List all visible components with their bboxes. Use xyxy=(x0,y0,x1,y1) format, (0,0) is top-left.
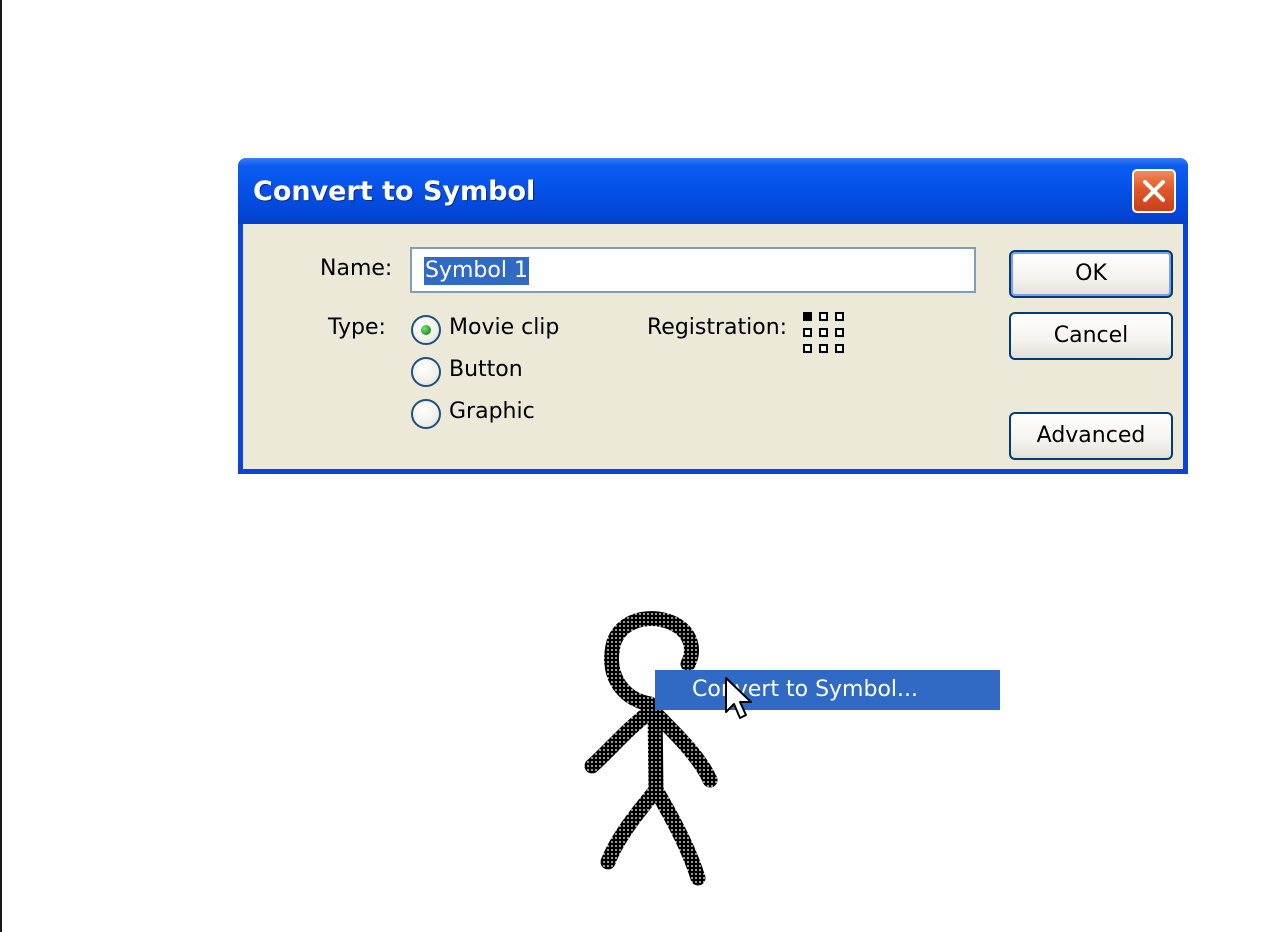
registration-cell-middle-left[interactable] xyxy=(803,328,812,337)
registration-cell-bottom-center[interactable] xyxy=(819,344,828,353)
registration-grid-icon[interactable] xyxy=(803,312,851,360)
advanced-button[interactable]: Advanced xyxy=(1009,412,1173,460)
close-button[interactable] xyxy=(1132,169,1176,213)
stick-figure-drawing[interactable] xyxy=(570,600,750,900)
radio-label-button[interactable]: Button xyxy=(449,357,523,382)
dialog-body: Name: Symbol 1 Type: Movie clip Button G… xyxy=(243,224,1183,469)
close-icon xyxy=(1143,180,1165,202)
context-menu-convert-to-symbol[interactable]: Convert to Symbol... xyxy=(655,670,1000,710)
radio-graphic[interactable] xyxy=(411,399,441,429)
radio-label-graphic[interactable]: Graphic xyxy=(449,399,535,424)
radio-button[interactable] xyxy=(411,357,441,387)
name-input-value: Symbol 1 xyxy=(424,257,529,285)
radio-selected-dot xyxy=(421,325,431,335)
registration-cell-middle-right[interactable] xyxy=(835,328,844,337)
type-label: Type: xyxy=(328,315,386,340)
radio-movie-clip[interactable] xyxy=(411,315,441,345)
registration-cell-top-left[interactable] xyxy=(803,312,812,321)
registration-cell-bottom-right[interactable] xyxy=(835,344,844,353)
radio-label-movie-clip[interactable]: Movie clip xyxy=(449,315,559,340)
registration-cell-top-center[interactable] xyxy=(819,312,828,321)
registration-label: Registration: xyxy=(647,315,788,340)
canvas-stage: Convert to Symbol Name: Symbol 1 Type: M… xyxy=(0,0,1280,932)
dialog-title-bar[interactable]: Convert to Symbol xyxy=(238,158,1188,224)
registration-cell-bottom-left[interactable] xyxy=(803,344,812,353)
stage-left-border xyxy=(0,0,2,932)
arrow-cursor-icon xyxy=(725,677,752,719)
convert-to-symbol-dialog: Convert to Symbol Name: Symbol 1 Type: M… xyxy=(238,158,1188,474)
registration-cell-top-right[interactable] xyxy=(835,312,844,321)
cancel-button[interactable]: Cancel xyxy=(1009,312,1173,360)
name-input[interactable]: Symbol 1 xyxy=(410,247,976,293)
registration-cell-center[interactable] xyxy=(819,328,828,337)
dialog-title: Convert to Symbol xyxy=(253,176,536,207)
name-label: Name: xyxy=(320,256,393,281)
ok-button[interactable]: OK xyxy=(1009,250,1173,298)
